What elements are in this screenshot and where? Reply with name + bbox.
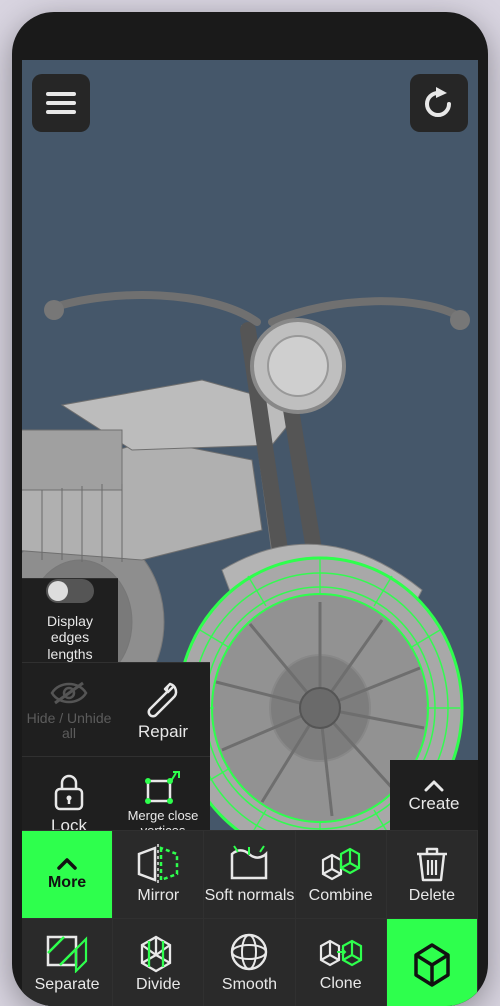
repair-label: Repair — [138, 722, 188, 742]
cube-outline-icon — [406, 937, 458, 989]
tool-more[interactable]: More — [22, 830, 113, 918]
smooth-icon — [228, 931, 270, 973]
tool-more-label: More — [48, 875, 86, 892]
tool-divide[interactable]: Divide — [113, 918, 204, 1006]
tool-combine[interactable]: Combine — [296, 830, 387, 918]
tool-clone-label: Clone — [320, 976, 362, 993]
tool-soft-normals-label: Soft normals — [205, 888, 295, 905]
trash-icon — [414, 844, 450, 884]
hamburger-icon — [46, 91, 76, 115]
phone-frame: Display edges lengths Hide / Unhide all … — [12, 12, 488, 1006]
wrench-icon — [143, 678, 183, 718]
tool-mirror-label: Mirror — [137, 888, 179, 905]
repair-button[interactable]: Repair — [116, 662, 210, 756]
hide-unhide-button[interactable]: Hide / Unhide all — [22, 662, 116, 756]
left-panel: Display edges lengths Hide / Unhide all … — [22, 578, 210, 850]
hide-unhide-label: Hide / Unhide all — [22, 711, 116, 740]
tool-grid: More Mirror Soft normals Combine Delete — [22, 830, 478, 1006]
tool-soft-normals[interactable]: Soft normals — [204, 830, 295, 918]
tool-divide-label: Divide — [136, 977, 180, 994]
combine-icon — [318, 844, 364, 884]
lock-icon — [51, 772, 87, 812]
tool-mirror[interactable]: Mirror — [113, 830, 204, 918]
top-bar — [22, 60, 478, 134]
eye-off-icon — [49, 679, 89, 707]
tool-smooth-label: Smooth — [222, 977, 277, 994]
mirror-icon — [135, 844, 181, 884]
display-edges-label: Display edges lengths — [28, 613, 112, 661]
undo-button[interactable] — [410, 74, 468, 132]
tool-separate-label: Separate — [35, 977, 100, 994]
soft-normals-icon — [226, 844, 272, 884]
tool-smooth[interactable]: Smooth — [204, 918, 295, 1006]
tool-object-mode[interactable] — [387, 918, 478, 1006]
create-button[interactable]: Create — [390, 760, 478, 834]
app-screen: Display edges lengths Hide / Unhide all … — [22, 60, 478, 1006]
chevron-up-icon — [56, 857, 78, 871]
undo-icon — [422, 86, 456, 120]
display-edges-toggle[interactable]: Display edges lengths — [22, 578, 118, 662]
tool-delete-label: Delete — [409, 888, 455, 905]
menu-button[interactable] — [32, 74, 90, 132]
clone-icon — [317, 932, 365, 972]
tool-clone[interactable]: Clone — [296, 918, 387, 1006]
divide-icon — [136, 931, 180, 973]
chevron-up-icon — [424, 780, 444, 792]
separate-icon — [44, 931, 90, 973]
create-label: Create — [408, 794, 459, 814]
merge-vertices-icon — [143, 769, 183, 805]
toggle-switch-icon — [46, 579, 94, 603]
tool-delete[interactable]: Delete — [387, 830, 478, 918]
tool-combine-label: Combine — [309, 888, 373, 905]
tool-separate[interactable]: Separate — [22, 918, 113, 1006]
